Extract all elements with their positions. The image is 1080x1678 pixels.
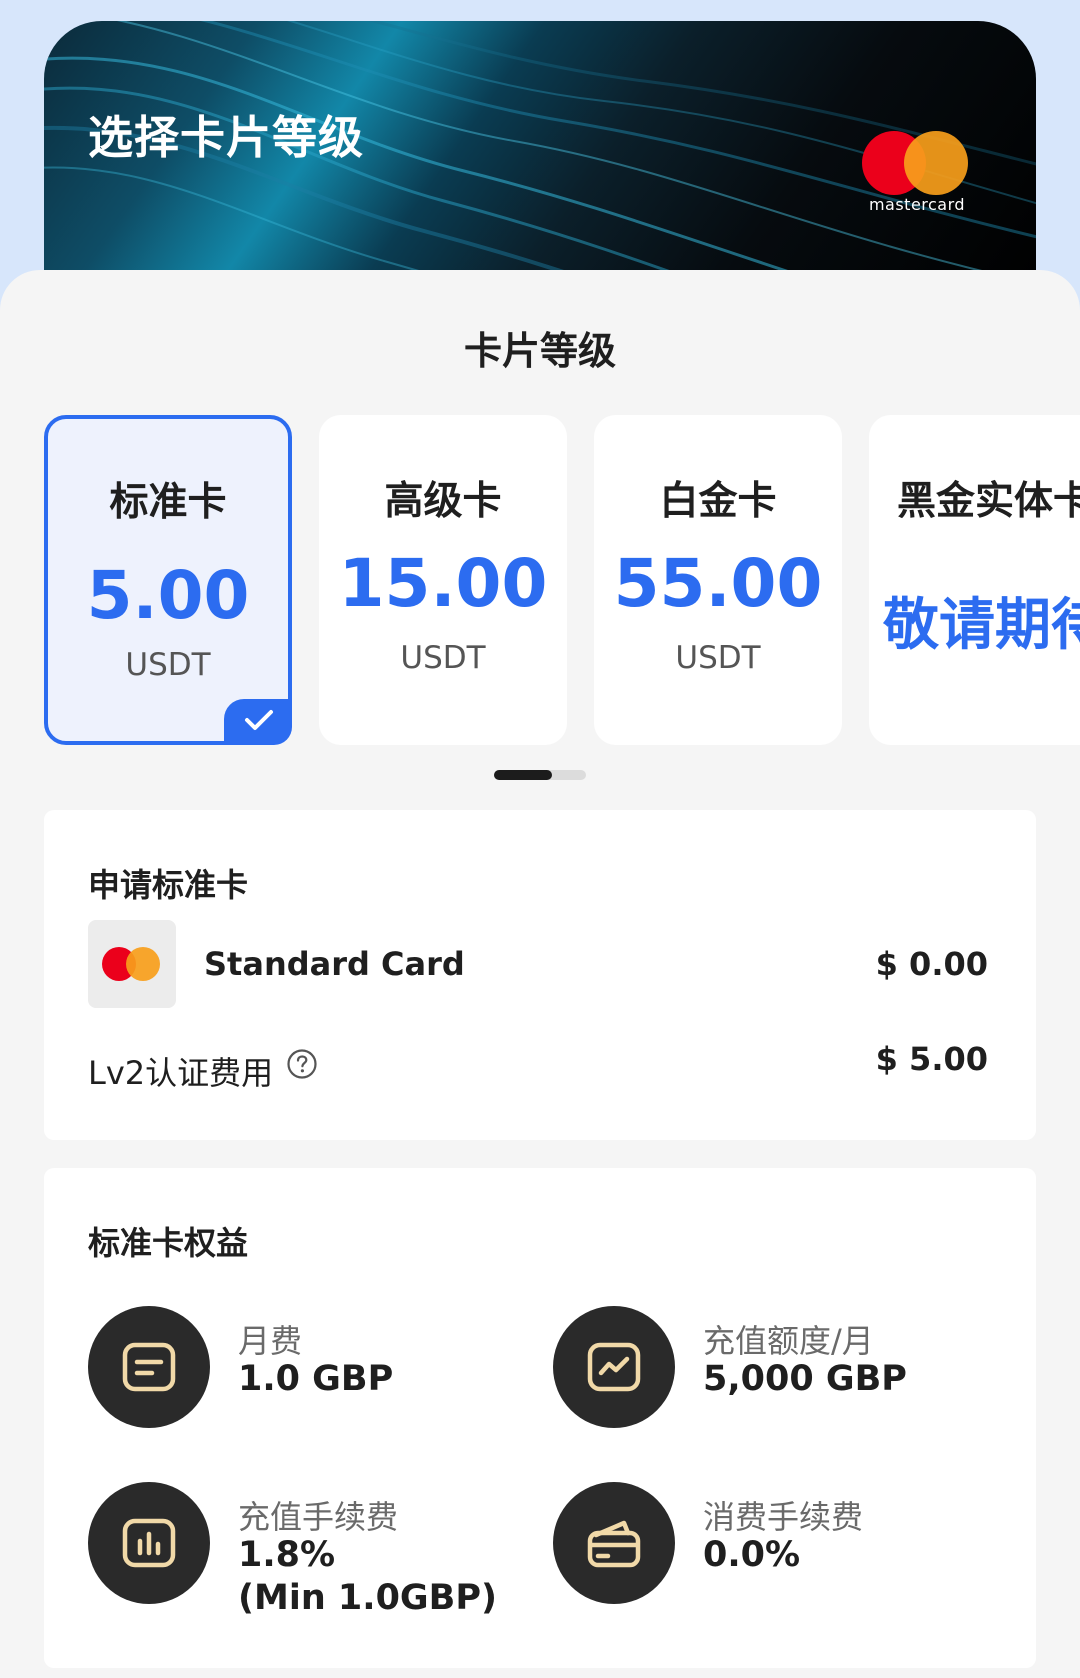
help-question-icon[interactable] xyxy=(286,1048,318,1080)
verification-fee-label: Lv2认证费用 xyxy=(88,1054,274,1092)
carousel-pager xyxy=(494,770,586,780)
benefit-value: 0.0% xyxy=(703,1535,801,1575)
card-banner: 选择卡片等级 mastercard xyxy=(44,21,1036,311)
benefit-label: 充值手续费 xyxy=(238,1498,399,1536)
benefit-label: 月费 xyxy=(238,1322,303,1360)
benefit-label: 充值额度/月 xyxy=(703,1322,874,1360)
trend-chart-icon xyxy=(553,1306,675,1428)
benefit-value: 1.8% (Min 1.0GBP) xyxy=(238,1534,497,1620)
benefit-value-rate: 1.8% xyxy=(238,1535,336,1575)
tier-card-premium[interactable]: 高级卡 15.00 USDT xyxy=(319,415,567,745)
tier-unit: USDT xyxy=(675,640,761,676)
benefit-value: 5,000 GBP xyxy=(703,1359,907,1399)
tier-unit: USDT xyxy=(400,640,486,676)
tier-card-standard[interactable]: 标准卡 5.00 USDT xyxy=(44,415,292,745)
benefit-spending-fee: 消费手续费 0.0% xyxy=(553,1482,993,1612)
mastercard-wordmark: mastercard xyxy=(868,195,966,214)
tier-name: 标准卡 xyxy=(109,480,227,525)
tier-card-black-gold[interactable]: 黑金实体卡 敬请期待 xyxy=(869,415,1080,745)
card-product-name: Standard Card xyxy=(204,945,465,983)
tier-name: 黑金实体卡 xyxy=(897,479,1080,524)
tier-price: 5.00 xyxy=(86,557,250,634)
tier-price: 15.00 xyxy=(338,545,548,622)
wallet-card-icon xyxy=(553,1482,675,1604)
benefit-topup-fee: 充值手续费 1.8% (Min 1.0GBP) xyxy=(88,1482,528,1618)
coming-soon-label: 敬请期待 xyxy=(883,593,1080,658)
benefit-monthly-fee: 月费 1.0 GBP xyxy=(88,1306,528,1436)
document-icon xyxy=(88,1306,210,1428)
tier-card-platinum[interactable]: 白金卡 55.00 USDT xyxy=(594,415,842,745)
apply-title: 申请标准卡 xyxy=(88,866,249,904)
mastercard-logo: mastercard xyxy=(862,131,972,214)
benefit-topup-limit: 充值额度/月 5,000 GBP xyxy=(553,1306,993,1436)
benefits-title: 标准卡权益 xyxy=(88,1224,249,1262)
content-sheet: 卡片等级 标准卡 5.00 USDT 高级卡 15.00 USDT 白金卡 55… xyxy=(0,270,1080,1678)
bar-chart-icon xyxy=(88,1482,210,1604)
tier-unit: USDT xyxy=(125,647,211,683)
tier-price: 55.00 xyxy=(613,545,823,622)
tier-carousel[interactable]: 标准卡 5.00 USDT 高级卡 15.00 USDT 白金卡 55.00 U… xyxy=(44,415,1080,745)
pager-thumb xyxy=(494,770,552,780)
benefit-value-min: (Min 1.0GBP) xyxy=(238,1578,497,1618)
tier-name: 高级卡 xyxy=(384,479,502,524)
card-product-price: $ 0.00 xyxy=(875,945,988,983)
tier-name: 白金卡 xyxy=(659,479,777,524)
benefit-label: 消费手续费 xyxy=(703,1498,864,1536)
section-title: 卡片等级 xyxy=(463,329,616,373)
selected-check-icon xyxy=(224,699,292,745)
benefits-panel: 标准卡权益 月费 1.0 GBP 充值额度/月 5,000 GBP 充值手续费 … xyxy=(44,1168,1036,1668)
hero-title: 选择卡片等级 xyxy=(88,111,365,164)
apply-card-panel: 申请标准卡 Standard Card $ 0.00 Lv2认证费用 $ 5.0… xyxy=(44,810,1036,1140)
mastercard-thumbnail-icon xyxy=(88,920,176,1008)
verification-fee-price: $ 5.00 xyxy=(875,1040,988,1078)
benefit-value: 1.0 GBP xyxy=(238,1359,394,1399)
